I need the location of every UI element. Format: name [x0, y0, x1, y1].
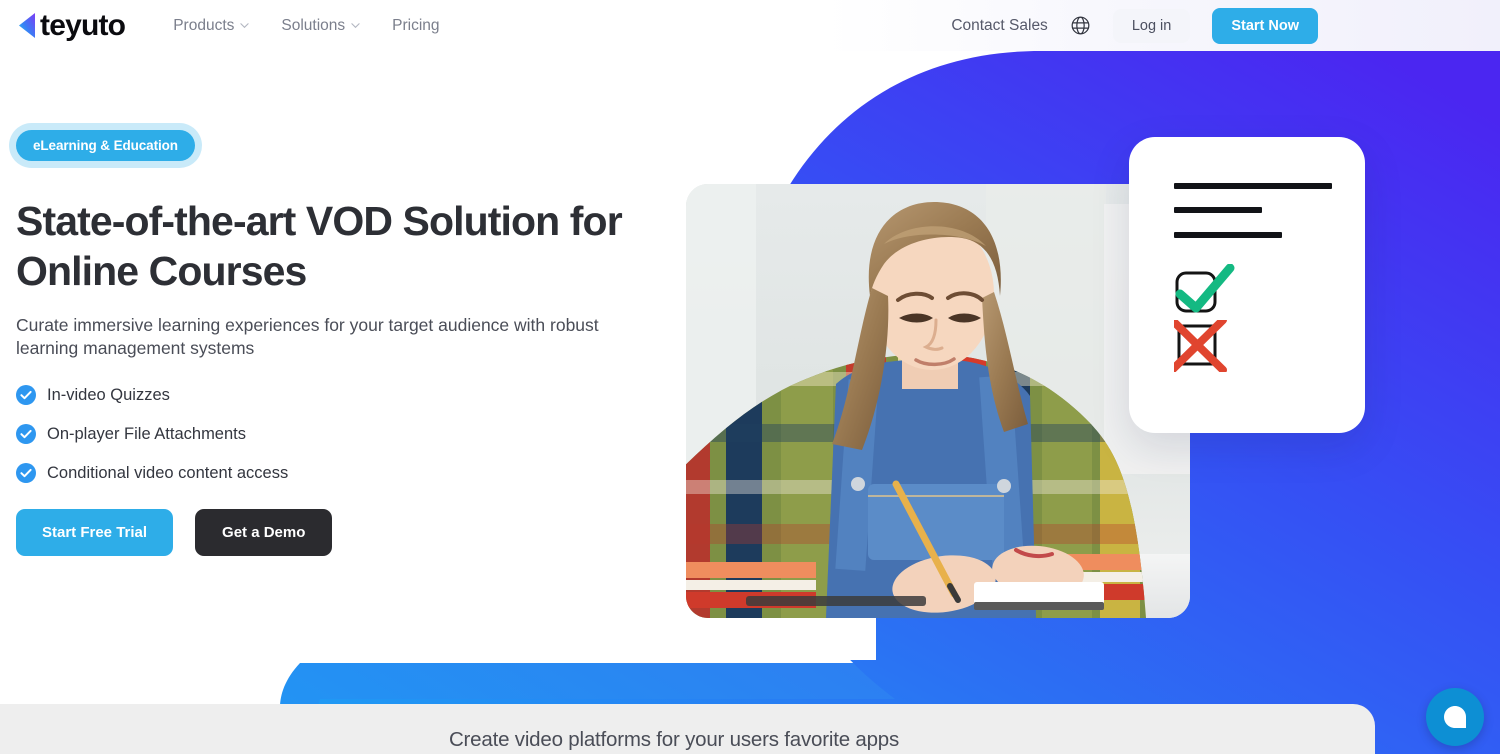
- nav-item-solutions[interactable]: Solutions: [281, 17, 360, 35]
- chevron-down-icon: [351, 23, 360, 29]
- list-item: Conditional video content access: [16, 463, 676, 483]
- top-navbar: teyuto Products Solutions Pricing Contac…: [0, 0, 1500, 51]
- check-circle-icon: [16, 424, 36, 444]
- quiz-option-correct: [1174, 264, 1365, 313]
- check-circle-icon: [16, 385, 36, 405]
- feature-label: In-video Quizzes: [47, 385, 170, 404]
- student-writing-photo: [686, 184, 1190, 618]
- nav-item-solutions-label: Solutions: [281, 16, 346, 34]
- get-a-demo-button[interactable]: Get a Demo: [195, 509, 333, 556]
- text-line-icon: [1174, 232, 1282, 238]
- nav-item-products-label: Products: [173, 16, 235, 34]
- hero-subtitle: Curate immersive learning experiences fo…: [16, 315, 599, 358]
- nav-item-pricing-label: Pricing: [392, 16, 440, 34]
- feature-label: On-player File Attachments: [47, 424, 246, 443]
- feature-list: In-video Quizzes On-player File Attachme…: [16, 385, 676, 483]
- chevron-down-icon: [240, 23, 250, 29]
- text-line-icon: [1174, 183, 1332, 189]
- feature-label: Conditional video content access: [47, 463, 289, 482]
- chat-widget-button[interactable]: [1426, 688, 1484, 746]
- start-free-trial-button[interactable]: Start Free Trial: [16, 509, 174, 556]
- bottom-section-title: Create video platforms for your users fa…: [448, 728, 900, 751]
- category-badge: eLearning & Education: [16, 130, 195, 161]
- nav-item-pricing[interactable]: Pricing: [392, 17, 439, 35]
- quiz-option-incorrect: [1174, 320, 1365, 372]
- landing-page: teyuto Products Solutions Pricing Contac…: [0, 0, 1500, 754]
- contact-sales-link[interactable]: Contact Sales: [951, 17, 1048, 35]
- cta-group: Start Free Trial Get a Demo: [16, 509, 676, 556]
- nav-item-products[interactable]: Products: [173, 16, 250, 35]
- login-button[interactable]: Log in: [1112, 8, 1191, 43]
- hero-content: eLearning & Education State-of-the-art V…: [16, 130, 676, 556]
- teyuto-triangle-logo-icon: [19, 13, 35, 38]
- checkbox-checked-green-icon: [1175, 264, 1235, 313]
- quiz-card: [1129, 137, 1365, 433]
- checkbox-crossed-red-icon: [1174, 320, 1227, 372]
- navbar-right-group: Contact Sales Log in Start Now: [951, 7, 1318, 44]
- text-line-icon: [1174, 207, 1262, 213]
- list-item: On-player File Attachments: [16, 424, 676, 444]
- globe-icon[interactable]: [1070, 15, 1091, 36]
- logo-text: teyuto: [40, 8, 126, 42]
- start-now-button[interactable]: Start Now: [1212, 7, 1318, 44]
- nav-links: Products Solutions Pricing: [173, 17, 439, 35]
- check-circle-icon: [16, 463, 36, 483]
- page-title: State-of-the-art VOD Solution for Online…: [16, 198, 623, 294]
- logo[interactable]: teyuto: [18, 8, 126, 42]
- chat-bubble-icon: [1444, 706, 1466, 728]
- list-item: In-video Quizzes: [16, 385, 676, 405]
